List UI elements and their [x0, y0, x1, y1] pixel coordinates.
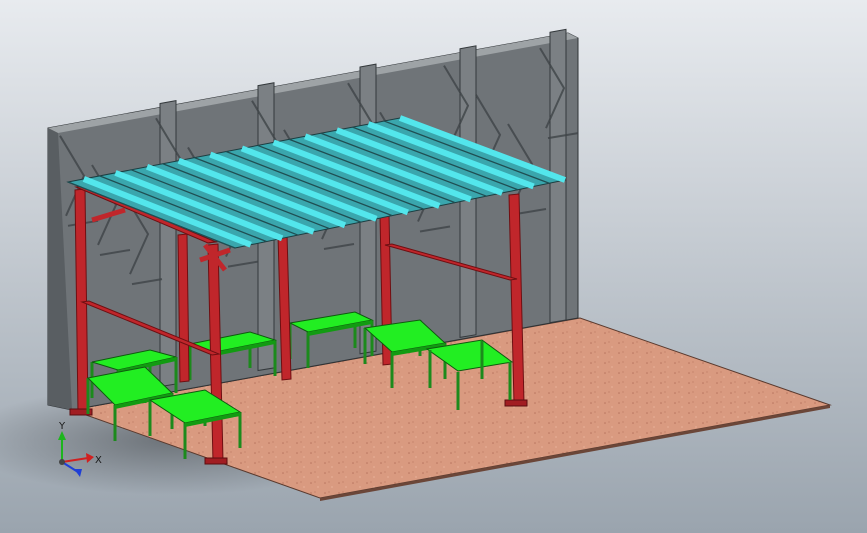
triad-origin	[59, 459, 65, 465]
base-plate	[504, 399, 528, 407]
x-axis-label: X	[95, 455, 102, 466]
base-plate	[204, 457, 228, 465]
graphics-viewport[interactable]: Y X	[0, 0, 867, 533]
3d-scene[interactable]: Y X	[0, 0, 867, 533]
steel-member	[177, 233, 190, 383]
wall-pilaster	[159, 100, 177, 388]
y-axis-label: Y	[58, 421, 66, 432]
